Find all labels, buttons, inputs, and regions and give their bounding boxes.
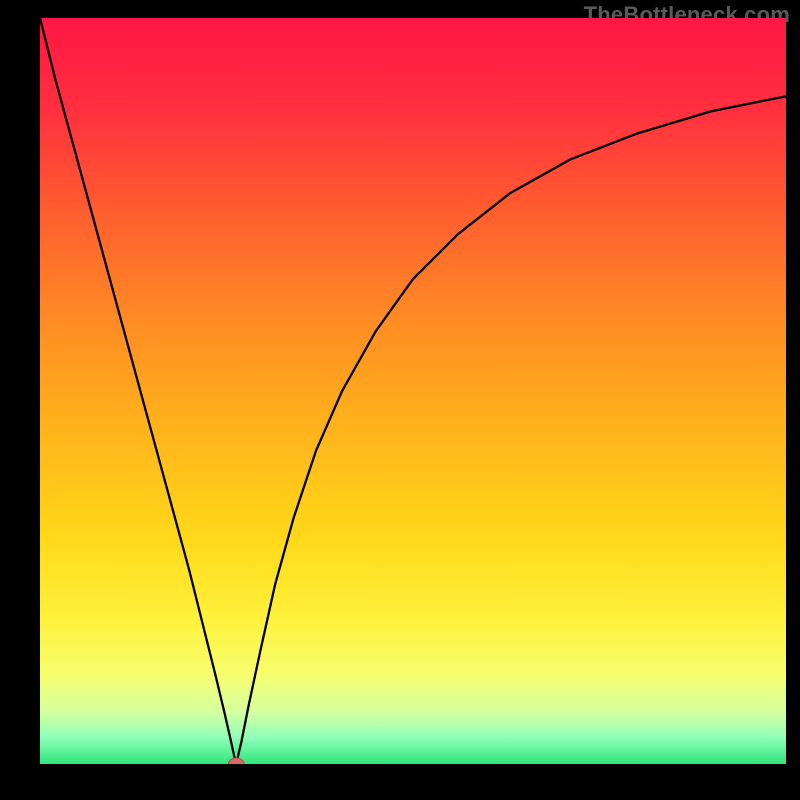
gradient-background [40,18,786,764]
chart-frame: TheBottleneck.com [0,0,800,800]
chart-svg [40,18,786,764]
plot-area [40,18,786,764]
